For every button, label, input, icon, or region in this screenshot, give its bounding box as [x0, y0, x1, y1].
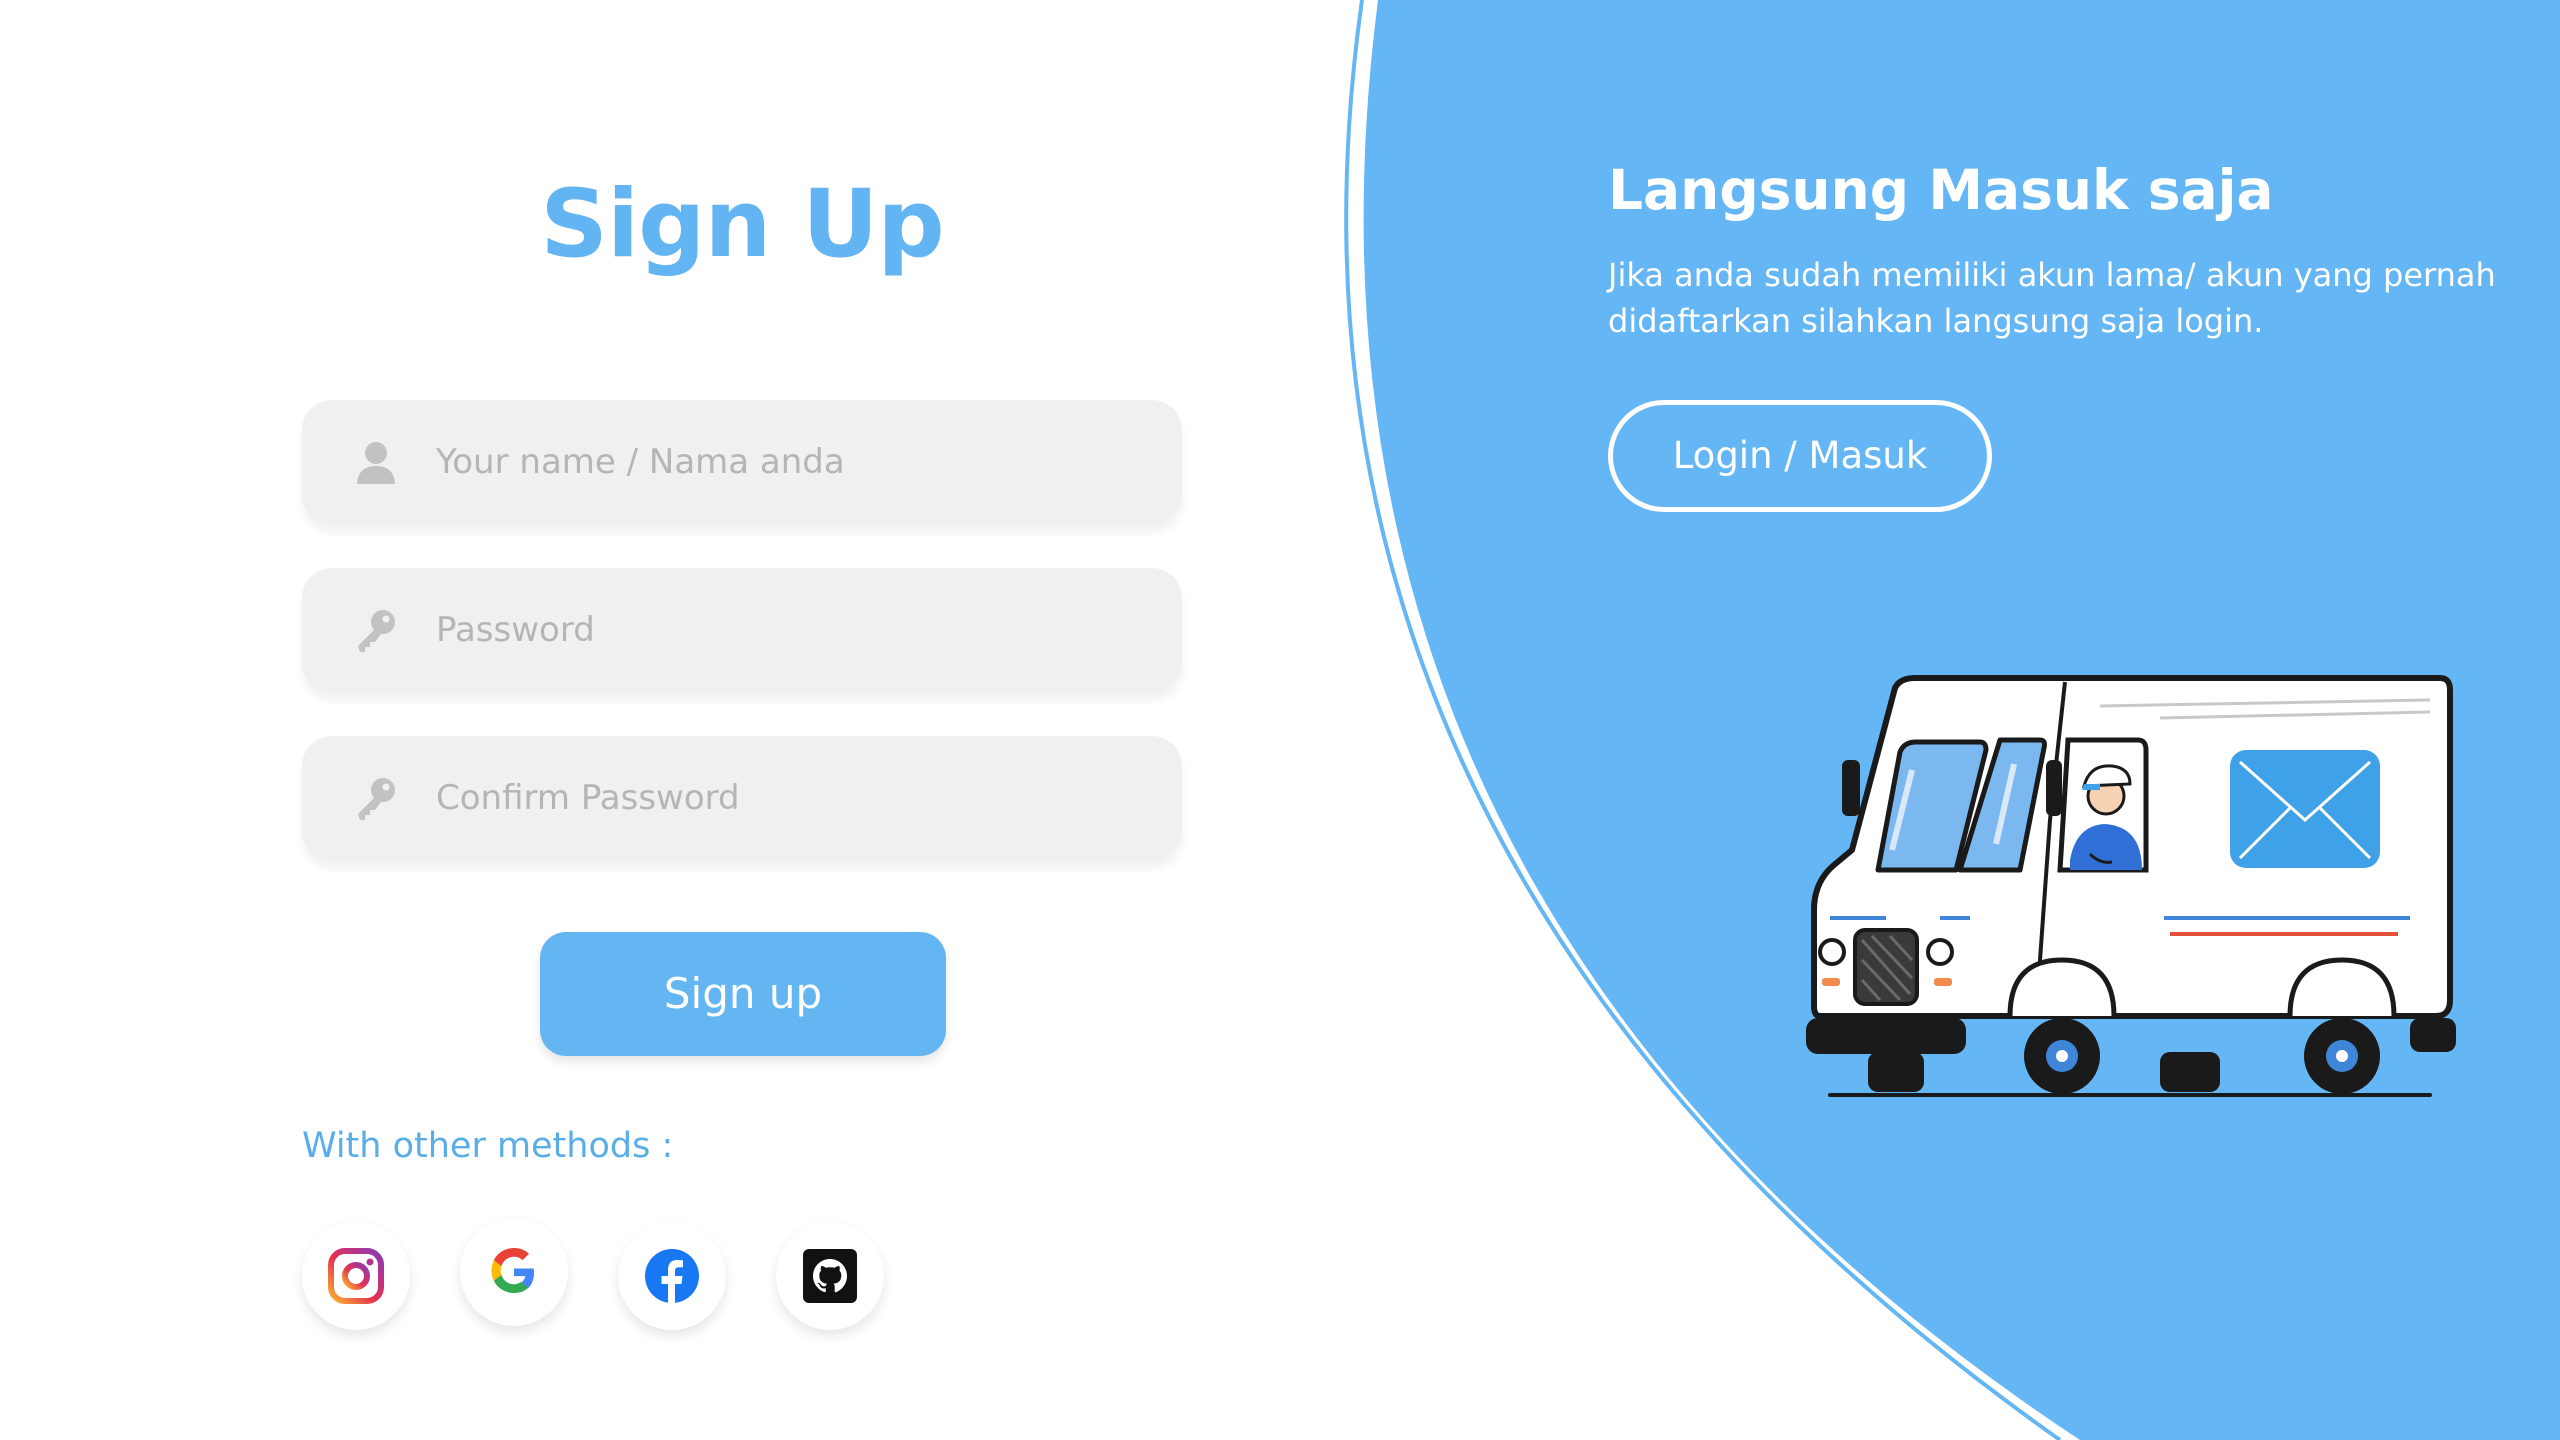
- panel-title: Langsung Masuk saja: [1608, 158, 2274, 222]
- key-icon: [358, 610, 395, 652]
- name-placeholder: Your name / Nama anda: [436, 442, 845, 482]
- panel-description: Jika anda sudah memiliki akun lama/ akun…: [1608, 256, 2496, 340]
- delivery-van-illustration: [1806, 675, 2456, 1097]
- page-title: Sign Up: [540, 170, 944, 279]
- github-icon: [803, 1249, 857, 1303]
- instagram-icon: [328, 1248, 384, 1304]
- facebook-icon: [645, 1249, 699, 1304]
- github-button[interactable]: [776, 1222, 884, 1330]
- google-icon: [491, 1248, 534, 1293]
- name-field[interactable]: Your name / Nama anda: [302, 400, 1182, 524]
- facebook-button[interactable]: [618, 1222, 726, 1330]
- login-button[interactable]: Login / Masuk: [1608, 400, 1992, 512]
- password-placeholder: Password: [436, 610, 595, 650]
- google-button[interactable]: [460, 1218, 568, 1326]
- confirm-password-field[interactable]: Confirm Password: [302, 736, 1182, 860]
- instagram-button[interactable]: [302, 1222, 410, 1330]
- confirm-password-placeholder: Confirm Password: [436, 778, 740, 818]
- other-methods-label: With other methods :: [302, 1126, 674, 1166]
- user-icon: [357, 442, 395, 484]
- key-icon: [358, 778, 395, 820]
- sign-up-button[interactable]: Sign up: [540, 932, 946, 1056]
- password-field[interactable]: Password: [302, 568, 1182, 692]
